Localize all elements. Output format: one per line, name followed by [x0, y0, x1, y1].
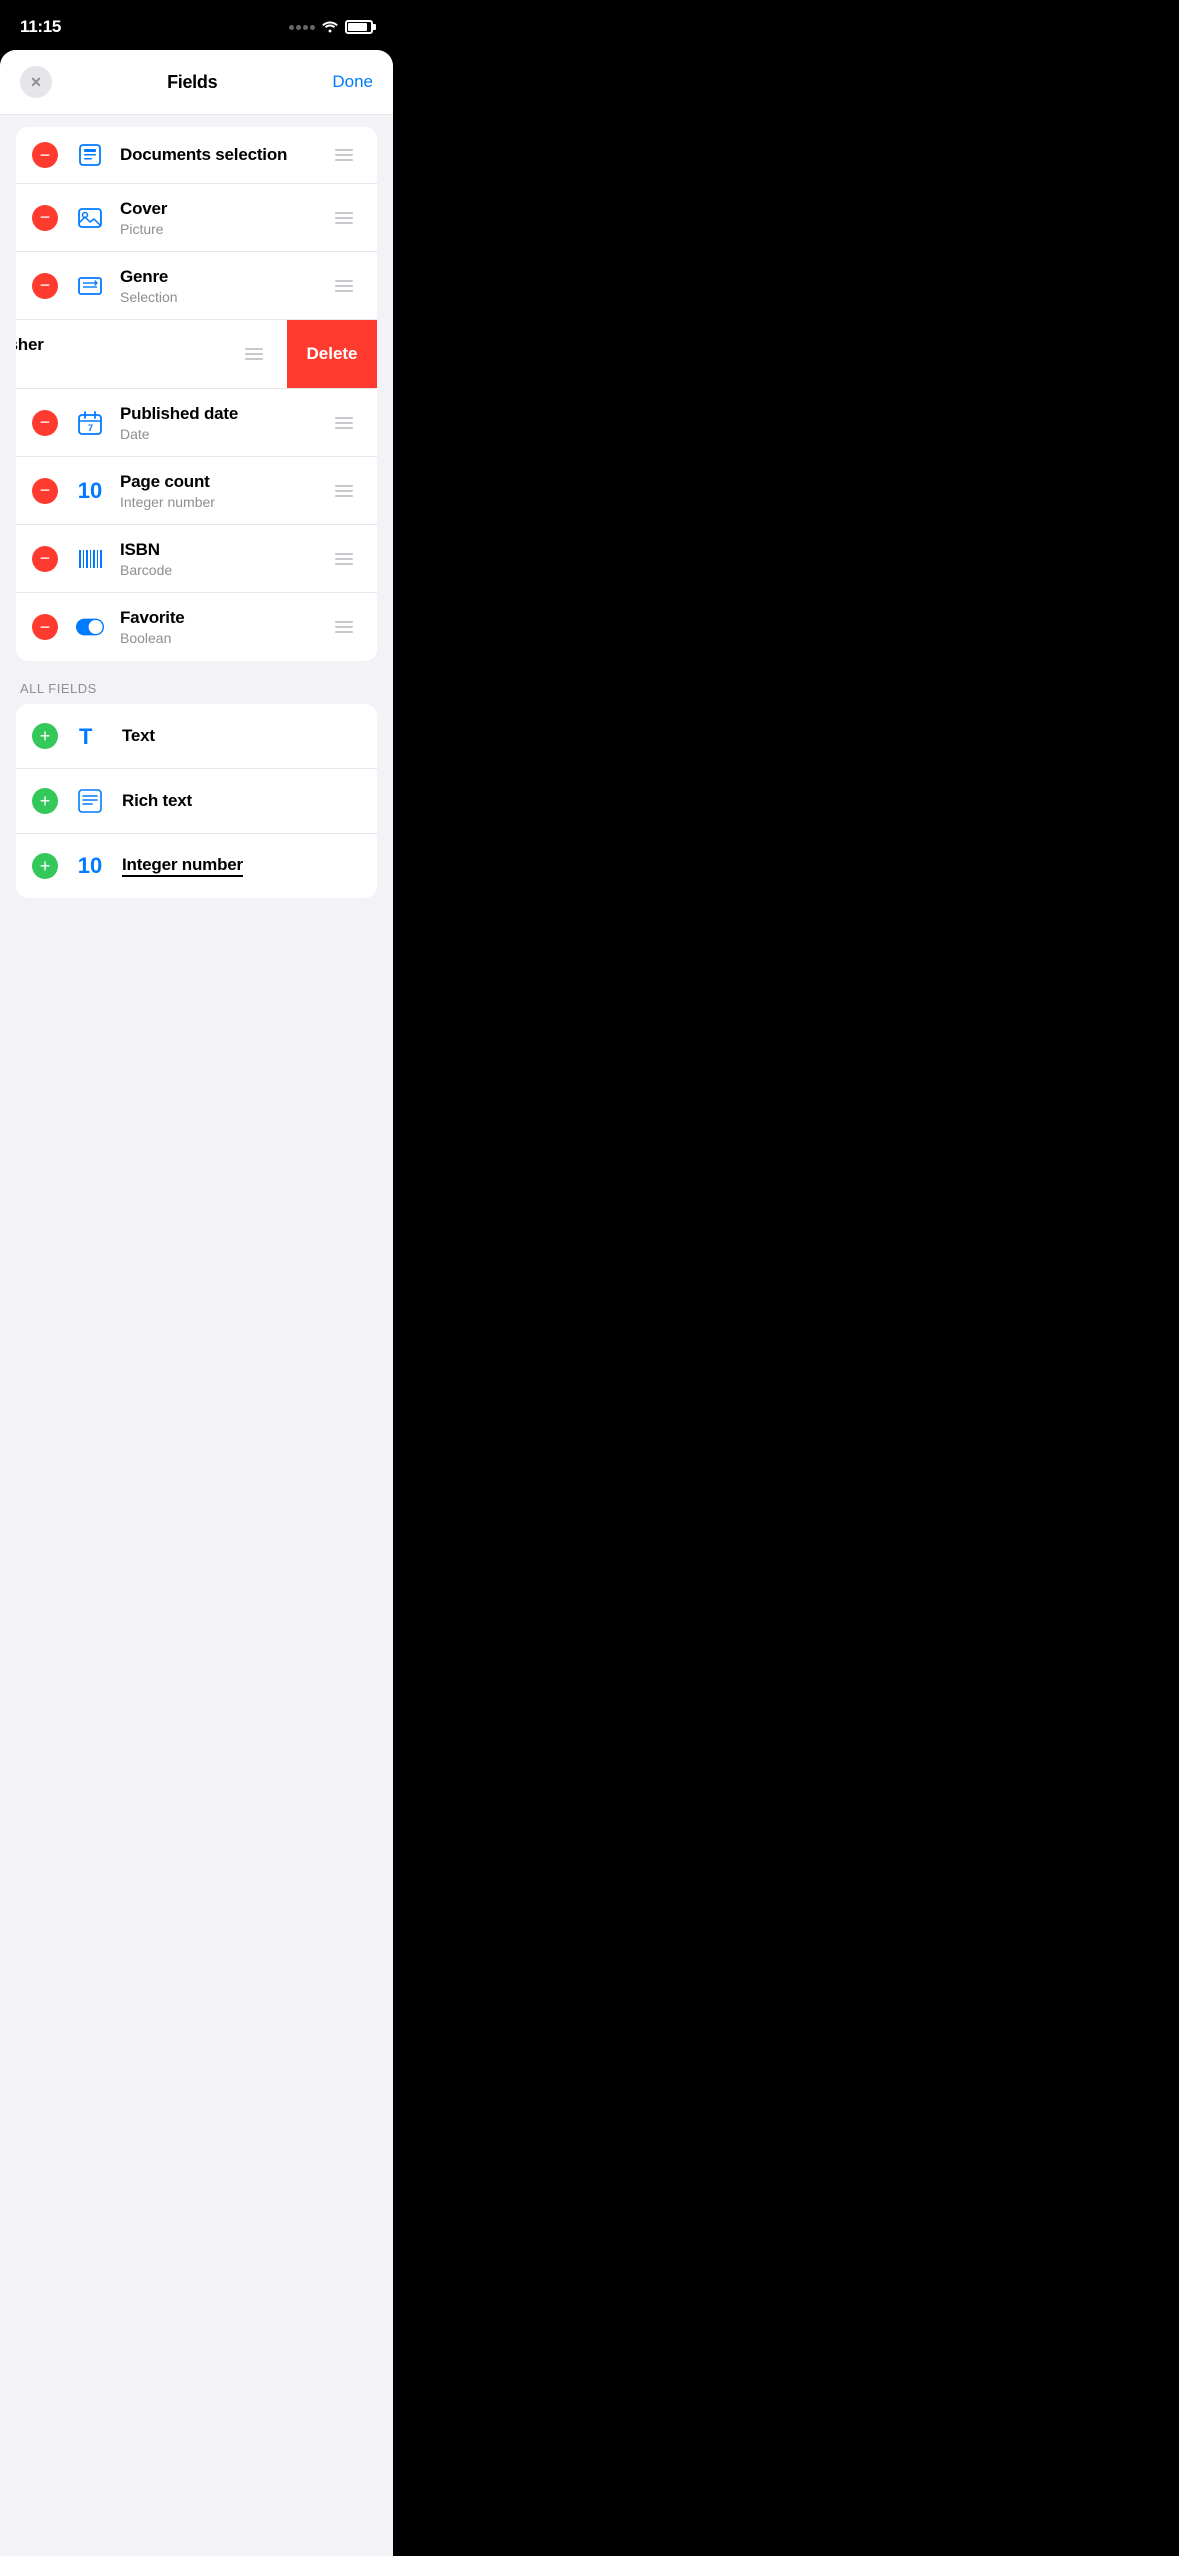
text-icon: T	[72, 718, 108, 754]
field-item-page-count: − 10 Page count Integer number	[16, 457, 377, 525]
delete-page-count-button[interactable]: −	[32, 478, 58, 504]
delete-documents-button[interactable]: −	[32, 142, 58, 168]
add-integer-number-button[interactable]: +	[32, 853, 58, 879]
status-bar: 11:15	[0, 0, 393, 50]
boolean-icon	[72, 609, 108, 645]
drag-handle-publisher[interactable]	[237, 340, 271, 368]
date-icon: 7	[72, 405, 108, 441]
field-info-isbn: ISBN Barcode	[120, 540, 327, 578]
field-item-publisher: Publisher Text Delete	[16, 320, 377, 389]
drag-handle-cover[interactable]	[327, 204, 361, 232]
field-name-publisher: Publisher	[16, 335, 237, 355]
field-type-publisher: Text	[16, 357, 237, 373]
fields-list: − Documents selection −	[16, 127, 377, 661]
status-icons	[289, 19, 373, 36]
add-rich-text-button[interactable]: +	[32, 788, 58, 814]
field-name-genre: Genre	[120, 267, 327, 287]
field-name-isbn: ISBN	[120, 540, 327, 560]
field-item-isbn: − ISBN Barcode	[16, 525, 377, 593]
drag-handle-documents[interactable]	[327, 141, 361, 169]
field-info-genre: Genre Selection	[120, 267, 327, 305]
field-item-favorite: − Favorite Boolean	[16, 593, 377, 661]
delete-published-date-button[interactable]: −	[32, 410, 58, 436]
field-info-documents: Documents selection	[120, 145, 327, 165]
drag-handle-isbn[interactable]	[327, 545, 361, 573]
signal-dots-icon	[289, 25, 315, 30]
delete-isbn-button[interactable]: −	[32, 546, 58, 572]
all-field-item-text[interactable]: + T Text	[16, 704, 377, 769]
drag-handle-page-count[interactable]	[327, 477, 361, 505]
integer-number-icon: 10	[72, 848, 108, 884]
publisher-content: Publisher Text	[16, 320, 287, 388]
field-type-favorite: Boolean	[120, 630, 327, 646]
barcode-icon	[72, 541, 108, 577]
main-container: ✕ Fields Done − Documents selection	[0, 50, 393, 2556]
richtext-icon	[72, 783, 108, 819]
all-field-name-rich-text: Rich text	[122, 791, 192, 811]
field-item-documents: − Documents selection	[16, 127, 377, 184]
delete-cover-button[interactable]: −	[32, 205, 58, 231]
field-name-page-count: Page count	[120, 472, 327, 492]
close-button[interactable]: ✕	[20, 66, 52, 98]
all-field-name-integer-number: Integer number	[122, 855, 243, 877]
battery-icon	[345, 20, 373, 34]
delete-favorite-button[interactable]: −	[32, 614, 58, 640]
field-info-publisher: Publisher Text	[16, 335, 237, 373]
done-button[interactable]: Done	[332, 72, 373, 92]
delete-label: Delete	[306, 344, 357, 364]
picture-icon	[72, 200, 108, 236]
wifi-icon	[321, 19, 339, 36]
field-item-cover: − Cover Picture	[16, 184, 377, 252]
field-name-favorite: Favorite	[120, 608, 327, 628]
field-type-genre: Selection	[120, 289, 327, 305]
documents-icon	[72, 137, 108, 173]
field-item-genre: − Genre Selection	[16, 252, 377, 320]
field-info-cover: Cover Picture	[120, 199, 327, 237]
field-name-published-date: Published date	[120, 404, 327, 424]
field-name-cover: Cover	[120, 199, 327, 219]
field-type-page-count: Integer number	[120, 494, 327, 510]
close-icon: ✕	[30, 74, 42, 91]
field-type-cover: Picture	[120, 221, 327, 237]
field-name-documents: Documents selection	[120, 145, 327, 165]
all-fields-list: + T Text +	[16, 704, 377, 898]
number-icon: 10	[72, 473, 108, 509]
all-fields-section: ALL FIELDS + T Text +	[0, 673, 393, 898]
drag-handle-favorite[interactable]	[327, 613, 361, 641]
all-field-item-rich-text[interactable]: + Rich text	[16, 769, 377, 834]
selection-icon	[72, 268, 108, 304]
modal-title: Fields	[167, 72, 217, 93]
delete-genre-button[interactable]: −	[32, 273, 58, 299]
field-type-published-date: Date	[120, 426, 327, 442]
drag-handle-published-date[interactable]	[327, 409, 361, 437]
field-info-published-date: Published date Date	[120, 404, 327, 442]
field-item-published-date: − 7 Published date Date	[16, 389, 377, 457]
delete-publisher-button[interactable]: Delete	[287, 320, 377, 388]
svg-text:7: 7	[88, 423, 93, 433]
svg-text:T: T	[79, 724, 93, 749]
all-fields-header: ALL FIELDS	[16, 673, 377, 704]
field-info-page-count: Page count Integer number	[120, 472, 327, 510]
field-type-isbn: Barcode	[120, 562, 327, 578]
field-info-favorite: Favorite Boolean	[120, 608, 327, 646]
all-field-item-integer-number[interactable]: + 10 Integer number	[16, 834, 377, 898]
add-text-button[interactable]: +	[32, 723, 58, 749]
status-time: 11:15	[20, 17, 61, 37]
modal-header: ✕ Fields Done	[0, 50, 393, 115]
all-field-name-text: Text	[122, 726, 155, 746]
drag-handle-genre[interactable]	[327, 272, 361, 300]
